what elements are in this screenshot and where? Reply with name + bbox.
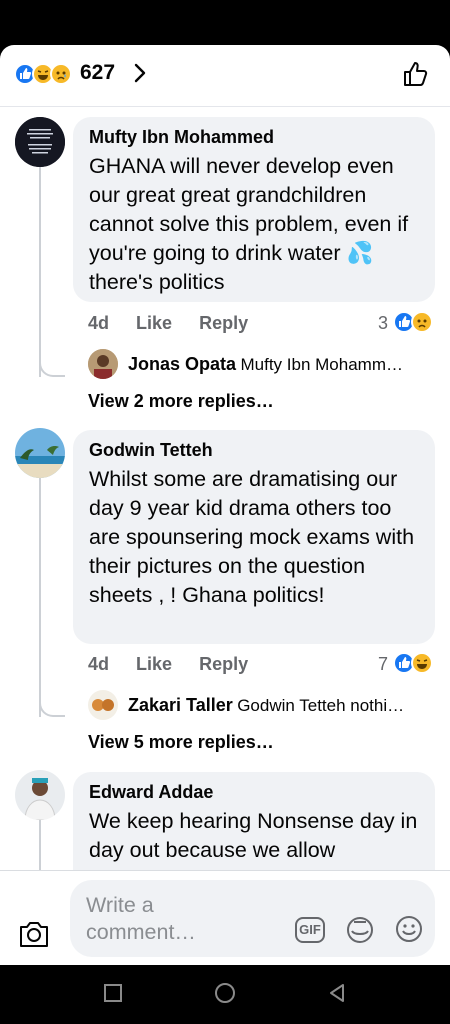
comment-reaction-count[interactable]: 3	[378, 313, 388, 334]
back-button-icon[interactable]	[325, 981, 349, 1005]
avatar[interactable]	[88, 690, 118, 720]
comment-time: 4d	[88, 654, 110, 674]
comment-reaction-count[interactable]: 7	[378, 654, 388, 675]
comment-text: GHANA will never develop even our great …	[89, 154, 409, 294]
reply-text: Mufty Ibn Mohamm…	[240, 355, 404, 374]
comment-composer: Write a comment… GIF	[0, 870, 450, 965]
system-nav-bar	[0, 965, 450, 1024]
recents-button-icon[interactable]	[101, 981, 125, 1005]
comment-text: We keep hearing Nonsense day in day out …	[89, 809, 418, 862]
comment-author[interactable]: Mufty Ibn Mohammed	[89, 127, 419, 148]
comment-reactions[interactable]	[393, 652, 437, 676]
comment-reactions[interactable]	[393, 311, 437, 335]
comment-text: Whilst some are dramatising our day 9 ye…	[89, 467, 415, 607]
comments-sheet: 627 Mufty Ibn Mohammed GHANA will never …	[0, 45, 450, 965]
avatar[interactable]	[15, 428, 65, 478]
reply-connector	[39, 351, 65, 377]
avatar[interactable]	[15, 770, 65, 820]
comment-actions: 4d Like Reply	[88, 654, 270, 675]
comment-time: 4d	[88, 313, 110, 333]
comment-bubble[interactable]: Godwin Tetteh Whilst some are dramatisin…	[73, 430, 435, 644]
chevron-right-icon[interactable]	[129, 62, 151, 84]
reply-author[interactable]: Zakari Taller	[128, 695, 233, 715]
avatar[interactable]	[88, 349, 118, 379]
comment-actions: 4d Like Reply	[88, 313, 270, 334]
thumbs-up-icon[interactable]	[402, 60, 430, 88]
avatar[interactable]	[15, 117, 65, 167]
comment-author[interactable]: Godwin Tetteh	[89, 440, 419, 461]
sad-icon	[50, 63, 72, 85]
sad-icon	[411, 311, 433, 333]
reply-preview[interactable]: Zakari Taller Godwin Tetteh nothi…	[128, 695, 428, 725]
gif-button[interactable]: GIF	[295, 917, 325, 943]
reactions-header[interactable]: 627	[0, 45, 450, 107]
thread-line	[39, 477, 41, 717]
like-button[interactable]: Like	[136, 654, 172, 674]
reply-button[interactable]: Reply	[199, 313, 248, 333]
reply-connector	[39, 691, 65, 717]
view-more-replies[interactable]: View 2 more replies…	[88, 391, 274, 412]
reply-text: Godwin Tetteh nothi…	[237, 696, 405, 715]
laugh-icon	[411, 652, 433, 674]
thread-line	[39, 167, 41, 377]
comment-author[interactable]: Edward Addae	[89, 782, 419, 803]
view-more-replies[interactable]: View 5 more replies…	[88, 732, 274, 753]
camera-icon[interactable]	[18, 919, 50, 949]
screen: 627 Mufty Ibn Mohammed GHANA will never …	[0, 0, 450, 1024]
reply-preview[interactable]: Jonas Opata Mufty Ibn Mohamm…	[128, 354, 428, 384]
comment-bubble[interactable]: Mufty Ibn Mohammed GHANA will never deve…	[73, 117, 435, 302]
reaction-count[interactable]: 627	[80, 61, 115, 85]
sticker-icon[interactable]	[344, 914, 376, 946]
like-button[interactable]: Like	[136, 313, 172, 333]
reply-button[interactable]: Reply	[199, 654, 248, 674]
comment-input[interactable]: Write a comment… GIF	[70, 880, 435, 957]
comment-input-placeholder[interactable]: Write a comment…	[86, 892, 226, 946]
reply-author[interactable]: Jonas Opata	[128, 354, 236, 374]
emoji-icon[interactable]	[394, 914, 424, 944]
home-button-icon[interactable]	[213, 981, 237, 1005]
